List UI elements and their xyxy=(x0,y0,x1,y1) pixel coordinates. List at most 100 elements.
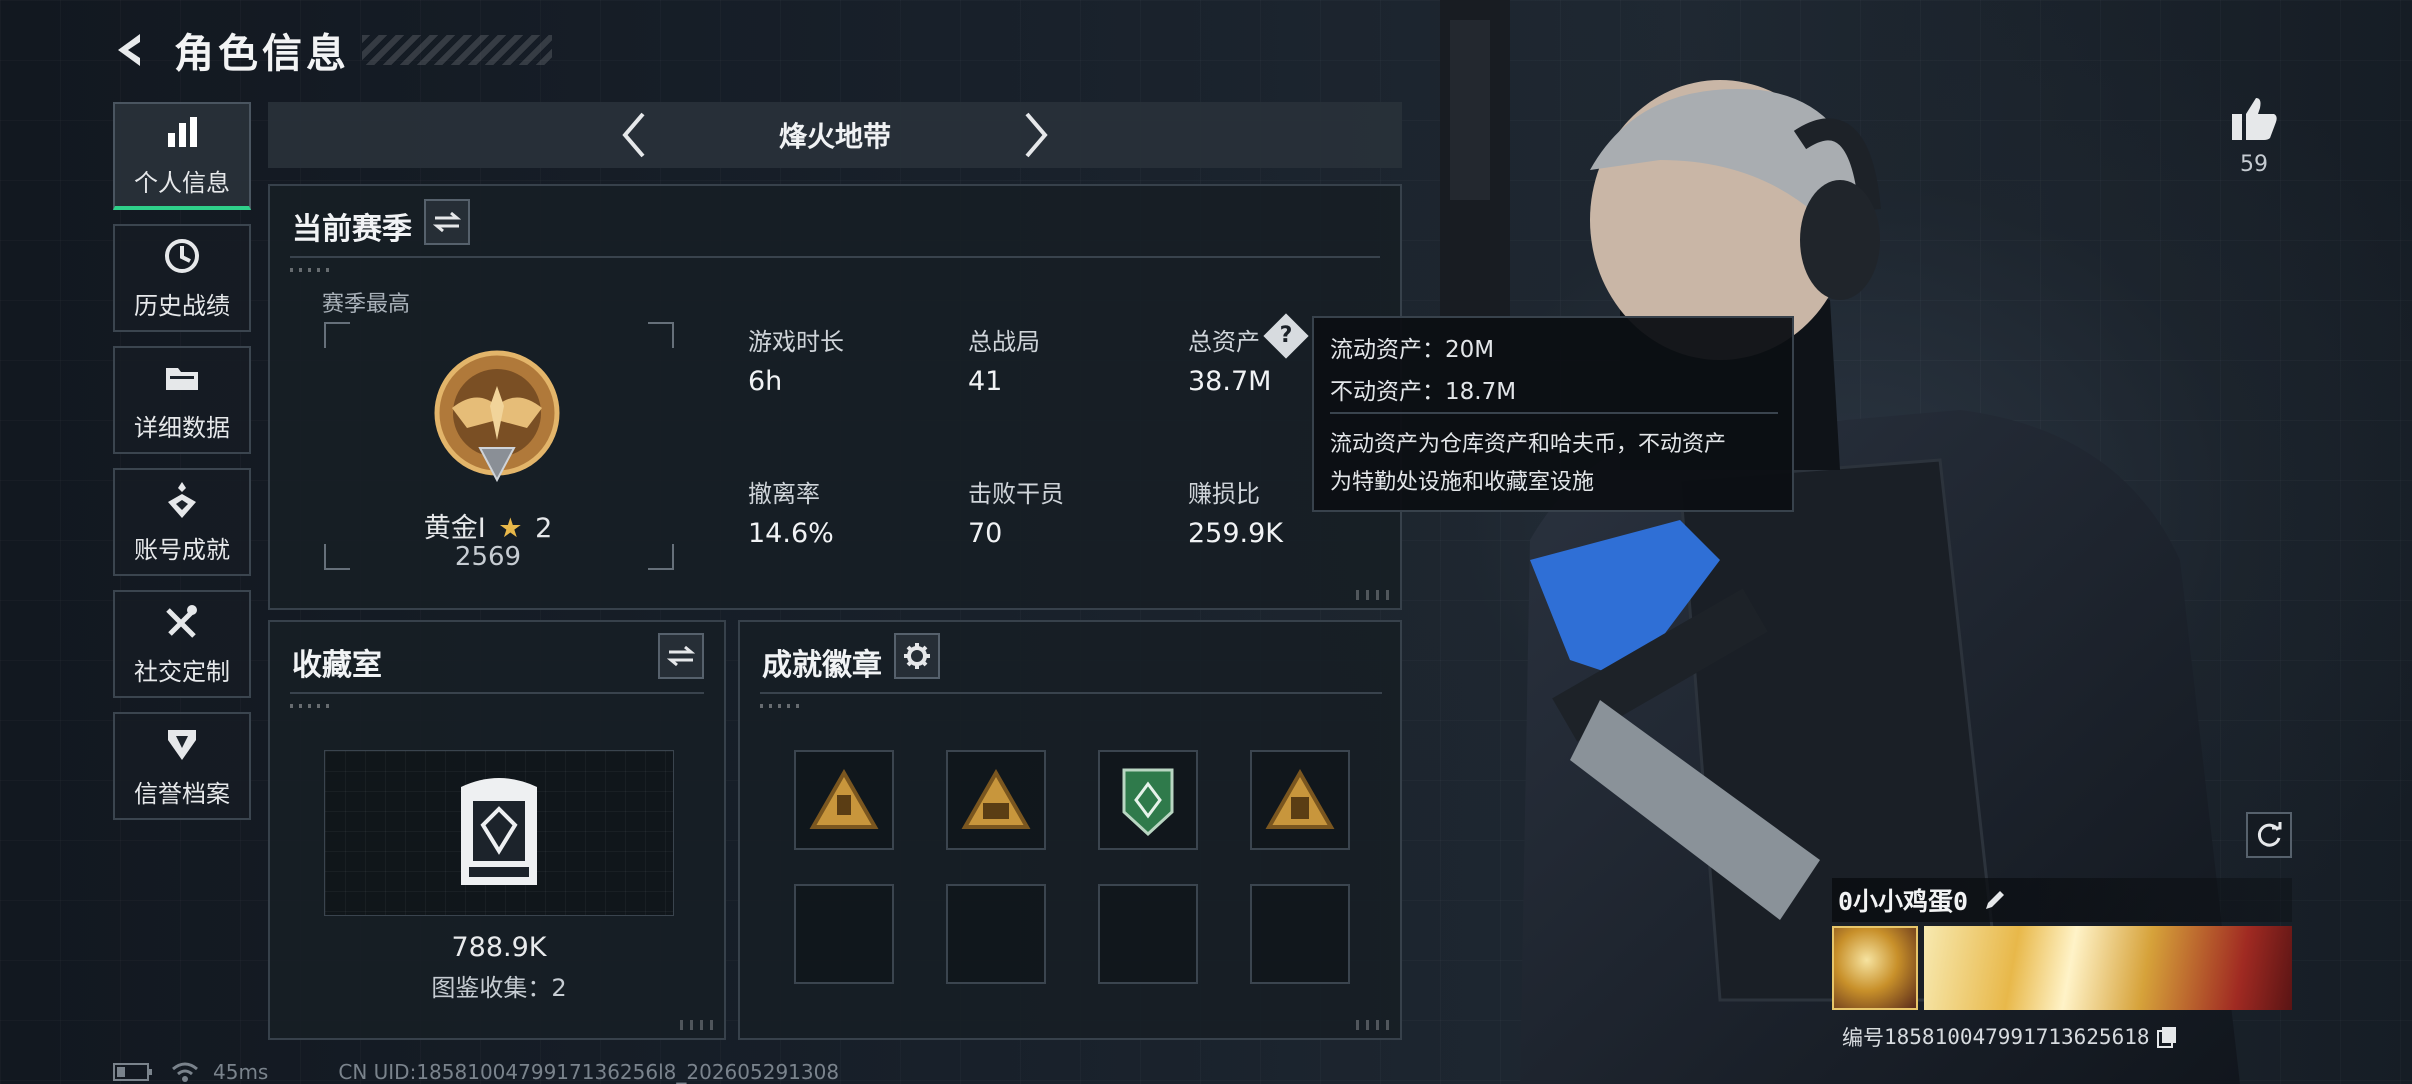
badge-slot[interactable] xyxy=(794,750,894,850)
divider-dots xyxy=(290,268,334,272)
sidebar-item-personal-info[interactable]: 个人信息 xyxy=(113,102,251,210)
bar-chart-icon xyxy=(168,116,197,147)
badge-slot[interactable] xyxy=(1098,750,1198,850)
frame-corner xyxy=(648,322,674,348)
badge-slot[interactable] xyxy=(1250,750,1350,850)
player-banner[interactable] xyxy=(1832,926,2292,1010)
collection-title: 收藏室 xyxy=(292,648,382,683)
rank-stars: 2 xyxy=(535,513,553,544)
tooltip-desc-line1: 流动资产为仓库资产和哈夫币，不动资产 xyxy=(1330,432,1727,457)
bronze-triangle-badge-icon xyxy=(809,769,879,829)
like-button[interactable]: 59 xyxy=(2226,96,2282,177)
badge-slot-empty[interactable] xyxy=(1250,884,1350,984)
copy-icon[interactable] xyxy=(2156,1025,2178,1049)
help-question-mark: ? xyxy=(1279,323,1293,348)
refresh-icon xyxy=(2257,822,2282,847)
chevron-right-icon xyxy=(1025,112,1048,158)
stat-value-playtime: 6h xyxy=(748,366,783,397)
badge-slot-empty[interactable] xyxy=(1098,884,1198,984)
frame-corner xyxy=(324,322,350,348)
season-selector: 烽火地带 xyxy=(268,102,1402,168)
stat-label-extraction-rate: 撤离率 xyxy=(748,480,820,508)
stat-value-total-assets: 38.7M xyxy=(1188,366,1272,397)
swap-icon xyxy=(667,645,695,667)
page-title: 角色信息 xyxy=(174,31,350,77)
ping: 45ms xyxy=(213,1060,269,1084)
sidebar-item-history[interactable]: 历史战绩 xyxy=(113,224,251,332)
sidebar-item-label: 详细数据 xyxy=(134,413,230,442)
sidebar-item-social-customize[interactable]: 社交定制 xyxy=(113,590,251,698)
uid: CN UID:1858100479917136256l8_20260529130… xyxy=(338,1060,840,1084)
player-name: 0小小鸡蛋0 xyxy=(1838,887,1969,916)
banner-image xyxy=(1924,926,2292,1010)
stat-label-total-matches: 总战局 xyxy=(968,328,1040,356)
battery-icon xyxy=(113,1063,152,1081)
current-season-title: 当前赛季 xyxy=(292,212,412,247)
sidebar-item-label: 信誉档案 xyxy=(134,779,230,808)
folder-icon xyxy=(166,367,198,390)
help-icon[interactable]: ? xyxy=(1263,313,1309,359)
history-icon xyxy=(165,238,199,273)
current-season-panel: 当前赛季 赛季最高 黄金I ★ 2 2569 游戏时长 6h 总战局 41 总资… xyxy=(268,184,1402,610)
stat-label-total-assets: 总资产 xyxy=(1188,328,1260,356)
badge-slot-empty[interactable] xyxy=(946,884,1046,984)
stat-value-total-matches: 41 xyxy=(968,366,1003,397)
achievements-panel: 成就徽章 xyxy=(738,620,1402,1040)
gear-icon xyxy=(904,643,930,669)
sidebar: 个人信息 历史战绩 详细数据 账号成就 社交定制 信誉档案 xyxy=(113,102,251,834)
green-hex-badge-icon xyxy=(1122,768,1174,837)
back-arrow-icon[interactable] xyxy=(110,28,154,72)
stat-value-extraction-rate: 14.6% xyxy=(748,518,834,549)
edit-name-icon[interactable] xyxy=(1982,887,2008,913)
stat-value-profit-ratio: 259.9K xyxy=(1188,518,1284,549)
tooltip-liquid-assets: 流动资产：20M xyxy=(1330,337,1495,363)
sidebar-item-achievements[interactable]: 账号成就 xyxy=(113,468,251,576)
tooltip-desc-line2: 为特勤处设施和收藏室设施 xyxy=(1330,470,1595,495)
collection-value: 788.9K xyxy=(451,932,547,963)
shield-icon xyxy=(168,729,196,760)
sidebar-item-label: 账号成就 xyxy=(134,535,230,564)
season-switch-button[interactable] xyxy=(424,199,470,245)
tooltip-fixed-assets: 不动资产：18.7M xyxy=(1330,379,1517,405)
rank-name: 黄金I xyxy=(423,513,486,544)
season-prev-button[interactable] xyxy=(609,107,659,163)
rotate-button[interactable] xyxy=(2246,812,2292,858)
season-name: 烽火地带 xyxy=(778,120,891,153)
title-decoration xyxy=(362,35,552,65)
stat-label-playtime: 游戏时长 xyxy=(748,328,844,356)
season-next-button[interactable] xyxy=(1011,107,1061,163)
stat-label-profit-ratio: 赚损比 xyxy=(1188,480,1260,508)
status-bar: 45ms CN UID:1858100479917136256l8_202605… xyxy=(113,1060,839,1084)
collection-panel: 收藏室 788.9K 图鉴收集：2 xyxy=(268,620,726,1040)
stat-label-kills: 击败干员 xyxy=(968,480,1064,508)
collection-switch-button[interactable] xyxy=(658,633,704,679)
achievements-title: 成就徽章 xyxy=(762,648,882,683)
achievements-settings-button[interactable] xyxy=(894,633,940,679)
tools-icon xyxy=(166,604,197,638)
divider-dots xyxy=(290,704,334,708)
badge-slot-empty[interactable] xyxy=(794,884,894,984)
collection-preview[interactable] xyxy=(324,750,674,916)
divider xyxy=(290,692,704,694)
tooltip-divider xyxy=(1330,412,1778,414)
badge-slot[interactable] xyxy=(946,750,1046,850)
thumbs-up-icon xyxy=(2232,98,2277,140)
avatar[interactable] xyxy=(1832,926,1918,1010)
player-id-label: 编号 xyxy=(1842,1026,1884,1050)
chevron-left-icon xyxy=(622,112,645,158)
vault-icon xyxy=(461,778,537,885)
achievement-icon xyxy=(168,481,196,518)
stat-value-kills: 70 xyxy=(968,518,1003,549)
rank-score: 2569 xyxy=(454,542,522,572)
sidebar-item-label: 个人信息 xyxy=(134,168,230,197)
assets-tooltip: 流动资产：20M 不动资产：18.7M 流动资产为仓库资产和哈夫币，不动资产 为… xyxy=(1312,316,1794,512)
player-id: 18581004799171362561​8 xyxy=(1884,1025,2150,1049)
sidebar-item-label: 社交定制 xyxy=(134,657,230,686)
sidebar-item-reputation[interactable]: 信誉档案 xyxy=(113,712,251,820)
sidebar-item-detail-data[interactable]: 详细数据 xyxy=(113,346,251,454)
season-best-label: 赛季最高 xyxy=(322,292,411,317)
player-name-row: 0小小鸡蛋0 xyxy=(1832,878,2292,922)
page-header: 角色信息 xyxy=(110,22,552,78)
bronze-triangle-56-badge-icon xyxy=(961,769,1031,829)
sidebar-item-label: 历史战绩 xyxy=(134,291,230,320)
